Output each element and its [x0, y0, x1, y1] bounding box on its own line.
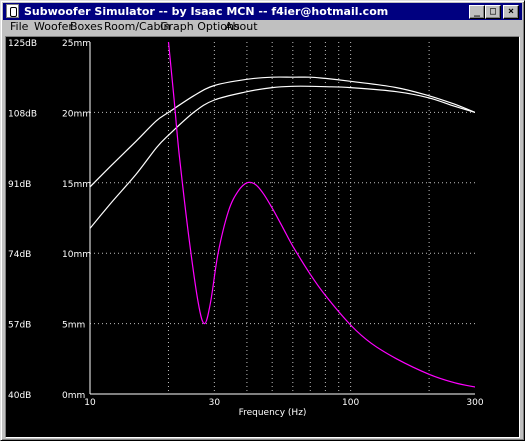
- x-tick-label: 100: [342, 398, 359, 408]
- y-right-tick-label: 15mm: [62, 180, 91, 190]
- app-window: Subwoofer Simulator -- by Isaac MCN -- f…: [0, 0, 525, 441]
- spl-curve-2: [90, 85, 475, 229]
- y-left-tick-label: 74dB: [8, 250, 31, 260]
- x-tick-label: 300: [466, 398, 483, 408]
- y-left-tick-label: 108dB: [8, 109, 37, 119]
- y-right-tick-label: 5mm: [62, 321, 85, 331]
- app-icon[interactable]: [6, 4, 19, 18]
- menu-woofer[interactable]: Woofer: [34, 20, 73, 33]
- menu-bar: File Woofer Boxes Room/Cabin Graph Optio…: [3, 20, 522, 35]
- y-left-tick-label: 91dB: [8, 180, 31, 190]
- close-button[interactable]: ×: [503, 5, 519, 19]
- y-left-tick-label: 40dB: [8, 391, 31, 401]
- x-tick-label: 30: [209, 398, 221, 408]
- x-axis-label: Frequency (Hz): [239, 408, 307, 418]
- y-right-tick-label: 10mm: [62, 250, 91, 260]
- menu-file[interactable]: File: [10, 20, 28, 33]
- y-left-tick-label: 125dB: [8, 39, 37, 49]
- y-left-tick-label: 57dB: [8, 321, 31, 331]
- maximize-button[interactable]: □: [485, 5, 501, 19]
- graph-panel: 125dB 25mm 108dB 20mm 91dB 15mm 74dB 10mm 57dB 5m…: [5, 36, 520, 438]
- y-right-tick-label: 20mm: [62, 109, 91, 119]
- frequency-response-chart: 125dB 25mm 108dB 20mm 91dB 15mm 74dB 10mm 57dB 5m…: [8, 39, 484, 418]
- minimize-button[interactable]: _: [469, 5, 485, 19]
- spl-curve-1: [90, 76, 475, 188]
- y-right-tick-label: 25mm: [62, 39, 91, 49]
- menu-about[interactable]: About: [225, 20, 258, 33]
- menu-boxes[interactable]: Boxes: [70, 20, 103, 33]
- y-right-tick-label: 0mm: [62, 391, 85, 401]
- window-title: Subwoofer Simulator -- by Isaac MCN -- f…: [24, 5, 389, 18]
- x-tick-label: 10: [84, 398, 96, 408]
- title-bar[interactable]: Subwoofer Simulator -- by Isaac MCN -- f…: [3, 3, 522, 20]
